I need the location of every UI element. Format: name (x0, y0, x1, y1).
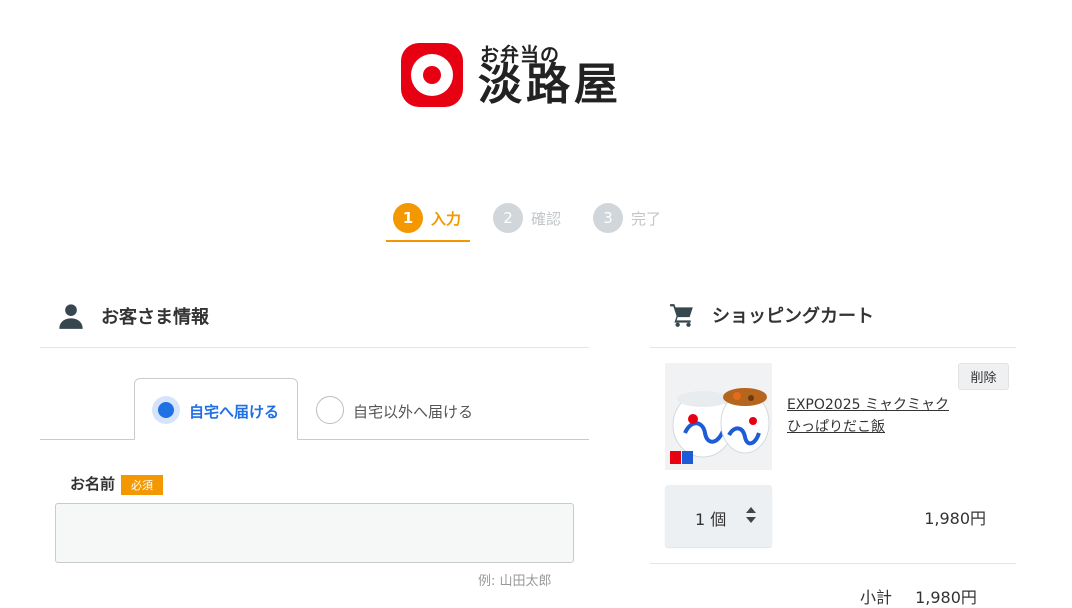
step-number: 3 (593, 203, 623, 233)
name-label: お名前 (70, 475, 116, 493)
customer-info-heading: お客さま情報 (57, 302, 209, 330)
name-input[interactable] (55, 503, 574, 563)
step-confirm: 2 確認 (493, 203, 561, 233)
divider (650, 563, 1016, 564)
product-name-link[interactable]: EXPO2025 ミャクミャク ひっぱりだこ飯 (787, 394, 962, 438)
item-price: 1,980円 (924, 509, 986, 528)
required-badge: 必須 (121, 475, 163, 495)
step-complete: 3 完了 (593, 203, 661, 233)
cart-icon (670, 304, 693, 327)
divider (650, 347, 1016, 348)
tab-deliver-other[interactable]: 自宅以外へ届ける (353, 401, 473, 422)
product-image[interactable] (665, 363, 772, 470)
step-label: 入力 (431, 209, 462, 228)
product-photo-icon (665, 363, 772, 470)
name-hint: 例: 山田太郎 (478, 574, 552, 589)
subtotal-value: 1,980円 (915, 588, 977, 607)
updown-arrows-icon (746, 507, 756, 523)
step-number: 2 (493, 203, 523, 233)
checkout-steps: 1 入力 2 確認 3 完了 (0, 203, 1072, 243)
person-icon (59, 304, 83, 329)
subtotal-label: 小計 (860, 588, 893, 607)
step-label: 確認 (531, 209, 562, 228)
logo-mark-icon (401, 43, 463, 107)
tab-label-home[interactable]: 自宅へ届ける (189, 401, 279, 422)
logo-text: 淡路屋 (478, 59, 622, 110)
section-title: ショッピングカート (712, 306, 874, 327)
subtotal-row: 小計 1,980円 (860, 584, 977, 608)
step-input: 1 入力 (393, 203, 461, 233)
divider (40, 347, 589, 348)
radio-deliver-other[interactable] (316, 396, 344, 424)
quantity-value: 1 個 (695, 510, 727, 529)
step-label: 完了 (631, 209, 662, 228)
radio-deliver-home[interactable] (152, 396, 180, 424)
cart-heading: ショッピングカート (668, 302, 874, 328)
active-step-underline (386, 240, 470, 242)
section-title: お客さま情報 (101, 307, 209, 328)
delete-button[interactable]: 削除 (958, 363, 1009, 390)
tabs-baseline (40, 439, 589, 440)
quantity-select[interactable]: 1 個 (665, 485, 772, 547)
step-number: 1 (393, 203, 423, 233)
brand-logo[interactable]: お弁当の 淡路屋 (400, 40, 660, 114)
